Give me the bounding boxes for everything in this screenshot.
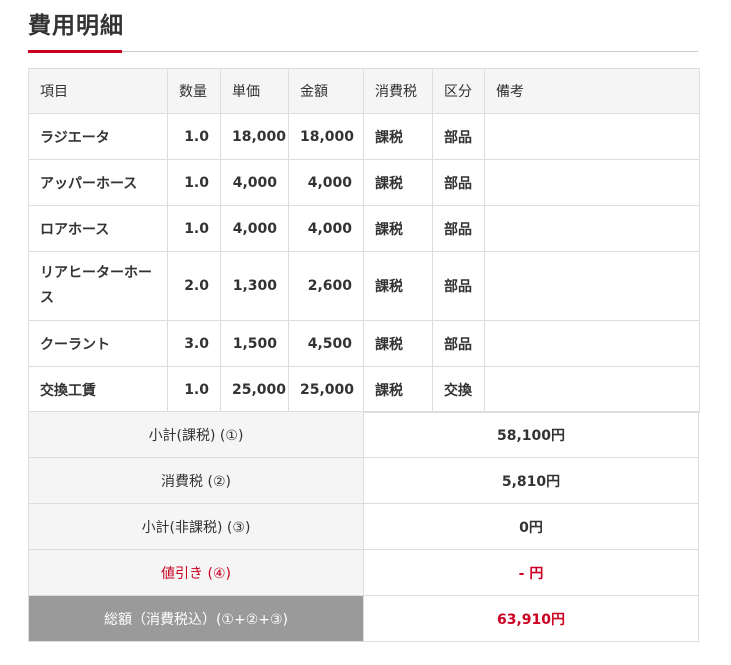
cell-category: 交換 <box>432 366 485 413</box>
cell-item: ロアホース <box>28 205 168 252</box>
cell-tax: 課税 <box>363 320 433 367</box>
cell-note <box>484 320 700 367</box>
cell-tax: 課税 <box>363 366 433 413</box>
subtotal-taxable-value: 58,100円 <box>363 411 699 458</box>
totals-table: 小計(課税) (①) 58,100円 消費税 (②) 5,810円 小計(非課税… <box>28 411 699 642</box>
cost-details-page: 費用明細 項目 数量 単価 金額 消費税 区分 備考 ラジエータ 1.0 18,… <box>0 0 731 665</box>
header-unit-price: 単価 <box>220 68 289 114</box>
subtotal-nontaxable-row: 小計(非課税) (③) 0円 <box>28 503 699 550</box>
cell-category: 部品 <box>432 205 485 252</box>
cell-unit-price: 25,000 <box>220 366 289 413</box>
table-row: リアヒーターホース 2.0 1,300 2,600 課税 部品 <box>28 251 700 321</box>
cell-qty: 1.0 <box>167 366 221 413</box>
grand-total-value: 63,910円 <box>363 595 699 642</box>
header-amount: 金額 <box>288 68 364 114</box>
cell-qty: 3.0 <box>167 320 221 367</box>
grand-total-row: 総額（消費税込）(①+②+③) 63,910円 <box>28 595 699 642</box>
cell-note <box>484 251 700 321</box>
table-row: 交換工賃 1.0 25,000 25,000 課税 交換 <box>28 366 700 413</box>
cell-tax: 課税 <box>363 251 433 321</box>
cell-note <box>484 205 700 252</box>
cell-qty: 2.0 <box>167 251 221 321</box>
consumption-tax-value: 5,810円 <box>363 457 699 504</box>
cell-item: リアヒーターホース <box>28 251 168 321</box>
table-row: ロアホース 1.0 4,000 4,000 課税 部品 <box>28 205 700 252</box>
cost-items-table: 項目 数量 単価 金額 消費税 区分 備考 ラジエータ 1.0 18,000 1… <box>28 68 700 413</box>
cell-amount: 4,500 <box>288 320 364 367</box>
cell-amount: 2,600 <box>288 251 364 321</box>
cell-category: 部品 <box>432 159 485 206</box>
cell-item: ラジエータ <box>28 113 168 160</box>
discount-row: 値引き (④) - 円 <box>28 549 699 596</box>
cell-note <box>484 113 700 160</box>
cell-qty: 1.0 <box>167 113 221 160</box>
subtotal-taxable-row: 小計(課税) (①) 58,100円 <box>28 411 699 458</box>
page-title: 費用明細 <box>28 13 124 39</box>
section-heading: 費用明細 <box>28 4 698 53</box>
cell-unit-price: 4,000 <box>220 159 289 206</box>
header-category: 区分 <box>432 68 485 114</box>
cell-unit-price: 4,000 <box>220 205 289 252</box>
subtotal-nontaxable-value: 0円 <box>363 503 699 550</box>
cell-category: 部品 <box>432 113 485 160</box>
cell-note <box>484 366 700 413</box>
cell-unit-price: 1,300 <box>220 251 289 321</box>
heading-accent-bar <box>28 50 122 53</box>
cell-item: クーラント <box>28 320 168 367</box>
cell-unit-price: 1,500 <box>220 320 289 367</box>
cell-amount: 25,000 <box>288 366 364 413</box>
subtotal-nontaxable-label: 小計(非課税) (③) <box>28 503 364 550</box>
header-note: 備考 <box>484 68 700 114</box>
cell-note <box>484 159 700 206</box>
header-qty: 数量 <box>167 68 221 114</box>
cell-qty: 1.0 <box>167 205 221 252</box>
grand-total-label: 総額（消費税込）(①+②+③) <box>28 595 364 642</box>
cell-unit-price: 18,000 <box>220 113 289 160</box>
cell-amount: 4,000 <box>288 205 364 252</box>
cell-amount: 4,000 <box>288 159 364 206</box>
cell-tax: 課税 <box>363 113 433 160</box>
cell-category: 部品 <box>432 320 485 367</box>
cell-item: アッパーホース <box>28 159 168 206</box>
cell-tax: 課税 <box>363 205 433 252</box>
cell-item: 交換工賃 <box>28 366 168 413</box>
consumption-tax-row: 消費税 (②) 5,810円 <box>28 457 699 504</box>
consumption-tax-label: 消費税 (②) <box>28 457 364 504</box>
table-header-row: 項目 数量 単価 金額 消費税 区分 備考 <box>28 68 700 114</box>
discount-value: - 円 <box>363 549 699 596</box>
cell-category: 部品 <box>432 251 485 321</box>
discount-label: 値引き (④) <box>28 549 364 596</box>
cell-tax: 課税 <box>363 159 433 206</box>
header-tax: 消費税 <box>363 68 433 114</box>
table-row: クーラント 3.0 1,500 4,500 課税 部品 <box>28 320 700 367</box>
table-row: アッパーホース 1.0 4,000 4,000 課税 部品 <box>28 159 700 206</box>
cell-amount: 18,000 <box>288 113 364 160</box>
table-row: ラジエータ 1.0 18,000 18,000 課税 部品 <box>28 113 700 160</box>
subtotal-taxable-label: 小計(課税) (①) <box>28 411 364 458</box>
cell-qty: 1.0 <box>167 159 221 206</box>
header-item: 項目 <box>28 68 168 114</box>
